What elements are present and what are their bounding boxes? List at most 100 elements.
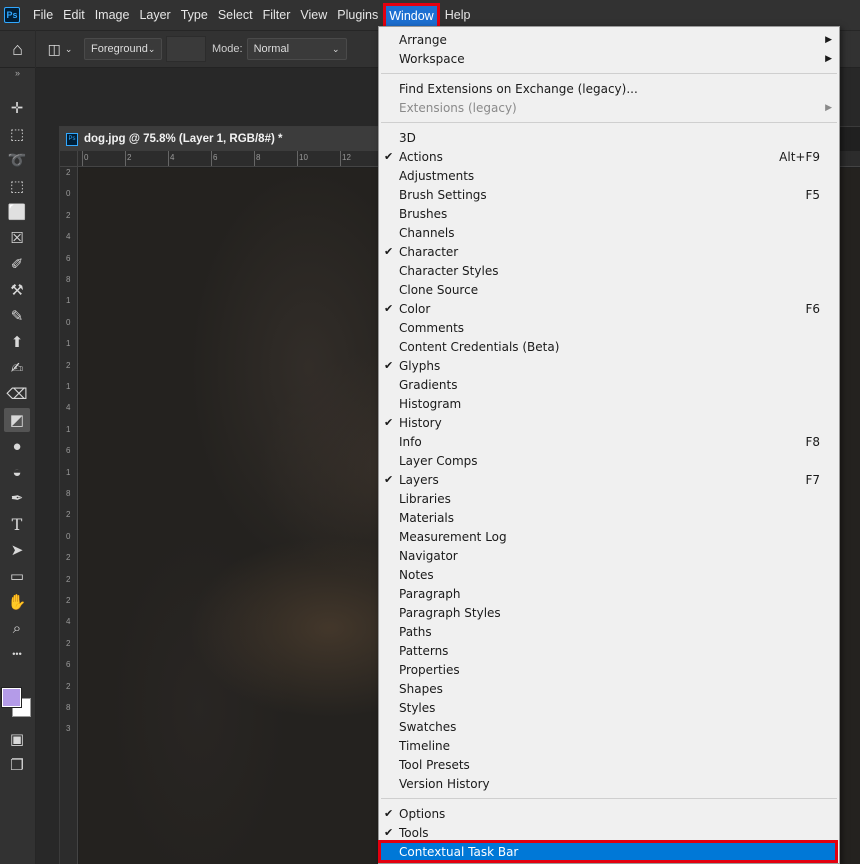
- vertical-ruler[interactable]: 202468101214161820222426283: [60, 167, 78, 864]
- menu-item-layers[interactable]: ✔ Layers F7: [380, 470, 838, 489]
- menu-item-color[interactable]: ✔ Color F6: [380, 299, 838, 318]
- home-icon[interactable]: ⌂: [0, 30, 36, 68]
- menu-item-libraries[interactable]: Libraries: [380, 489, 838, 508]
- menu-item-3d[interactable]: 3D: [380, 128, 838, 147]
- healing-icon[interactable]: ⚒: [4, 278, 30, 302]
- menu-item-label: Libraries: [399, 491, 451, 506]
- menu-item-history[interactable]: ✔ History: [380, 413, 838, 432]
- mode-label: Mode:: [212, 43, 243, 55]
- pen-icon[interactable]: ✒: [4, 486, 30, 510]
- color-swatches: [1, 687, 32, 718]
- foreground-color-swatch[interactable]: [1, 687, 22, 708]
- eraser-icon[interactable]: ⌫: [4, 382, 30, 406]
- more-icon[interactable]: •••: [4, 642, 30, 666]
- menu-item-paths[interactable]: Paths: [380, 622, 838, 641]
- ruler-label: 6: [66, 253, 71, 263]
- menu-item-workspace[interactable]: Workspace ▶: [380, 49, 838, 68]
- menu-window[interactable]: Window: [383, 2, 440, 29]
- hand-icon[interactable]: ✋: [4, 590, 30, 614]
- history-brush-icon[interactable]: ✍: [4, 356, 30, 380]
- menu-item-label: Swatches: [399, 719, 457, 734]
- menu-item-paragraph[interactable]: Paragraph: [380, 584, 838, 603]
- menu-item-find-extensions-on-exchange-legacy[interactable]: Find Extensions on Exchange (legacy)...: [380, 79, 838, 98]
- menu-item-tool-presets[interactable]: Tool Presets: [380, 755, 838, 774]
- object-select-icon[interactable]: ⬚: [4, 174, 30, 198]
- blur-icon[interactable]: ●: [4, 434, 30, 458]
- pattern-picker[interactable]: [166, 36, 206, 62]
- menu-item-navigator[interactable]: Navigator: [380, 546, 838, 565]
- quick-mask-icon[interactable]: ▣: [4, 727, 30, 751]
- crop-icon[interactable]: ⬜: [4, 200, 30, 224]
- menu-edit[interactable]: Edit: [58, 0, 90, 30]
- menu-item-info[interactable]: Info F8: [380, 432, 838, 451]
- menu-item-content-credentials-beta[interactable]: Content Credentials (Beta): [380, 337, 838, 356]
- eyedropper-icon[interactable]: ✐: [4, 252, 30, 276]
- ruler-label: 8: [66, 275, 71, 284]
- mode-select[interactable]: Normal ⌄: [246, 38, 347, 60]
- menu-item-arrange[interactable]: Arrange ▶: [380, 30, 838, 49]
- menu-item-notes[interactable]: Notes: [380, 565, 838, 584]
- lasso-icon[interactable]: ➰: [4, 148, 30, 172]
- menu-filter[interactable]: Filter: [258, 0, 296, 30]
- menu-item-swatches[interactable]: Swatches: [380, 717, 838, 736]
- menu-item-measurement-log[interactable]: Measurement Log: [380, 527, 838, 546]
- tool-preset-picker[interactable]: ◫ ⌄: [36, 30, 84, 68]
- menu-item-materials[interactable]: Materials: [380, 508, 838, 527]
- menu-item-version-history[interactable]: Version History: [380, 774, 838, 793]
- stamp-icon[interactable]: ⬆: [4, 330, 30, 354]
- move-icon[interactable]: ✛: [4, 96, 30, 120]
- paint-bucket-icon[interactable]: ◩: [4, 408, 30, 432]
- checkmark-icon: ✔: [384, 807, 394, 820]
- menu-item-gradients[interactable]: Gradients: [380, 375, 838, 394]
- marquee-icon[interactable]: ⬚: [4, 122, 30, 146]
- menu-item-paragraph-styles[interactable]: Paragraph Styles: [380, 603, 838, 622]
- menu-type[interactable]: Type: [176, 0, 213, 30]
- zoom-icon[interactable]: ⌕: [4, 616, 30, 640]
- menu-item-contextual-task-bar[interactable]: Contextual Task Bar: [378, 840, 838, 863]
- fill-source-select[interactable]: Foreground ⌄: [84, 38, 162, 60]
- menu-item-glyphs[interactable]: ✔ Glyphs: [380, 356, 838, 375]
- menu-item-options[interactable]: ✔ Options: [380, 804, 838, 823]
- path-select-icon[interactable]: ➤: [4, 538, 30, 562]
- menu-item-layer-comps[interactable]: Layer Comps: [380, 451, 838, 470]
- document-tab[interactable]: Ps dog.jpg @ 75.8% (Layer 1, RGB/8#) *: [60, 127, 390, 151]
- type-icon[interactable]: T: [4, 512, 30, 536]
- menu-layer[interactable]: Layer: [134, 0, 175, 30]
- dodge-icon[interactable]: ◒: [4, 460, 30, 484]
- menu-file[interactable]: File: [28, 0, 58, 30]
- ruler-origin[interactable]: [60, 151, 78, 167]
- menu-view[interactable]: View: [295, 0, 332, 30]
- screen-mode-icon[interactable]: ❐: [4, 753, 30, 777]
- brush-icon[interactable]: ✎: [4, 304, 30, 328]
- menu-item-brush-settings[interactable]: Brush Settings F5: [380, 185, 838, 204]
- collapse-panel-icon[interactable]: »: [0, 68, 35, 80]
- menu-item-properties[interactable]: Properties: [380, 660, 838, 679]
- menu-image[interactable]: Image: [90, 0, 135, 30]
- menu-item-brushes[interactable]: Brushes: [380, 204, 838, 223]
- menu-item-shortcut: F6: [805, 301, 820, 316]
- menu-plugins[interactable]: Plugins: [332, 0, 383, 30]
- menu-item-channels[interactable]: Channels: [380, 223, 838, 242]
- menu-item-timeline[interactable]: Timeline: [380, 736, 838, 755]
- menu-item-label: Layers: [399, 472, 439, 487]
- menu-item-label: Paths: [399, 624, 432, 639]
- rectangle-icon[interactable]: ▭: [4, 564, 30, 588]
- menu-item-actions[interactable]: ✔ Actions Alt+F9: [380, 147, 838, 166]
- menu-item-styles[interactable]: Styles: [380, 698, 838, 717]
- menu-item-character-styles[interactable]: Character Styles: [380, 261, 838, 280]
- ruler-label: 2: [127, 153, 132, 162]
- menu-select[interactable]: Select: [213, 0, 258, 30]
- menu-item-character[interactable]: ✔ Character: [380, 242, 838, 261]
- frame-icon[interactable]: ☒: [4, 226, 30, 250]
- menu-item-histogram[interactable]: Histogram: [380, 394, 838, 413]
- menu-item-adjustments[interactable]: Adjustments: [380, 166, 838, 185]
- menu-item-shapes[interactable]: Shapes: [380, 679, 838, 698]
- menu-item-label: Gradients: [399, 377, 458, 392]
- menu-item-comments[interactable]: Comments: [380, 318, 838, 337]
- menu-item-tools[interactable]: ✔ Tools: [380, 823, 838, 842]
- ruler-label: 0: [66, 189, 71, 199]
- menu-item-patterns[interactable]: Patterns: [380, 641, 838, 660]
- ruler-label: 12: [342, 153, 351, 162]
- menu-item-label: Info: [399, 434, 422, 449]
- menu-item-clone-source[interactable]: Clone Source: [380, 280, 838, 299]
